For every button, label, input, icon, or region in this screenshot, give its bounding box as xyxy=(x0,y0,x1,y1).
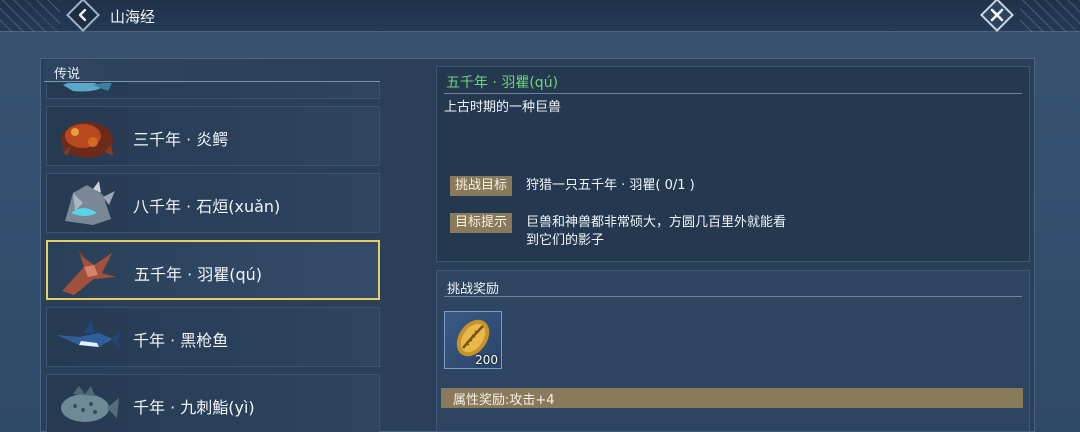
list-section-header: 传说 xyxy=(44,60,380,82)
monster-list[interactable]: 三千年 · 炎鳄 八千年 · 石烜(xuǎn) 五千年 · 羽瞿(qú) 千年 … xyxy=(44,83,384,432)
list-item-label: 八千年 · 石烜(xuǎn) xyxy=(133,197,281,216)
detail-title: 五千年 · 羽瞿(qú) xyxy=(446,75,559,91)
close-icon xyxy=(990,8,1004,22)
list-section-title: 传说 xyxy=(54,67,81,82)
reward-title: 挑战奖励 xyxy=(447,282,500,297)
attribute-bonus-text: 属性奖励:攻击+4 xyxy=(453,393,555,408)
chevron-left-icon xyxy=(78,8,87,22)
list-item-label: 千年 · 黑枪鱼 xyxy=(133,331,229,350)
topbar-decoration-right xyxy=(1020,0,1080,32)
goal-tag: 挑战目标 xyxy=(450,176,513,196)
fire-crocodile-icon xyxy=(61,122,113,158)
top-bar: 山海经 xyxy=(0,0,1080,32)
topbar-decoration-left xyxy=(0,0,60,32)
divider xyxy=(444,296,1022,297)
detail-description: 上古时期的一种巨兽 xyxy=(444,100,562,115)
black-marlin-icon xyxy=(57,321,121,351)
hint-tag: 目标提示 xyxy=(450,213,513,233)
list-item-label: 千年 · 九刺鮨(yì) xyxy=(133,398,255,417)
list-item-monster[interactable]: 三千年 · 炎鳄 xyxy=(46,106,380,166)
page-title: 山海经 xyxy=(110,8,156,26)
hint-text-line2: 到它们的影子 xyxy=(526,233,605,248)
reward-item-slot[interactable]: 200 xyxy=(444,311,502,369)
list-item-label: 三千年 · 炎鳄 xyxy=(133,130,229,149)
list-item-monster[interactable]: 八千年 · 石烜(xuǎn) xyxy=(46,173,380,233)
attribute-bonus-bar: 属性奖励:攻击+4 xyxy=(441,388,1023,408)
list-item-monster-selected[interactable]: 五千年 · 羽瞿(qú) xyxy=(46,240,380,300)
list-item-label: 五千年 · 羽瞿(qú) xyxy=(134,265,263,284)
hint-text-line1: 巨兽和神兽都非常硕大，方圆几百里外就能看 xyxy=(526,215,787,230)
reward-quantity: 200 xyxy=(475,353,498,367)
spiny-grouper-icon xyxy=(61,386,119,422)
back-button[interactable] xyxy=(66,0,100,32)
creature-thumbnail-icon xyxy=(63,83,112,92)
divider xyxy=(444,93,1022,94)
close-button[interactable] xyxy=(980,0,1014,32)
list-item-monster[interactable]: 千年 · 黑枪鱼 xyxy=(46,307,380,367)
list-item-partial[interactable] xyxy=(46,83,380,99)
list-item-monster[interactable]: 千年 · 九刺鮨(yì) xyxy=(46,374,380,432)
goal-text: 狩猎一只五千年 · 羽瞿( 0/1 ) xyxy=(526,178,695,193)
stone-beast-icon xyxy=(65,181,115,225)
winged-beast-icon xyxy=(62,249,116,295)
